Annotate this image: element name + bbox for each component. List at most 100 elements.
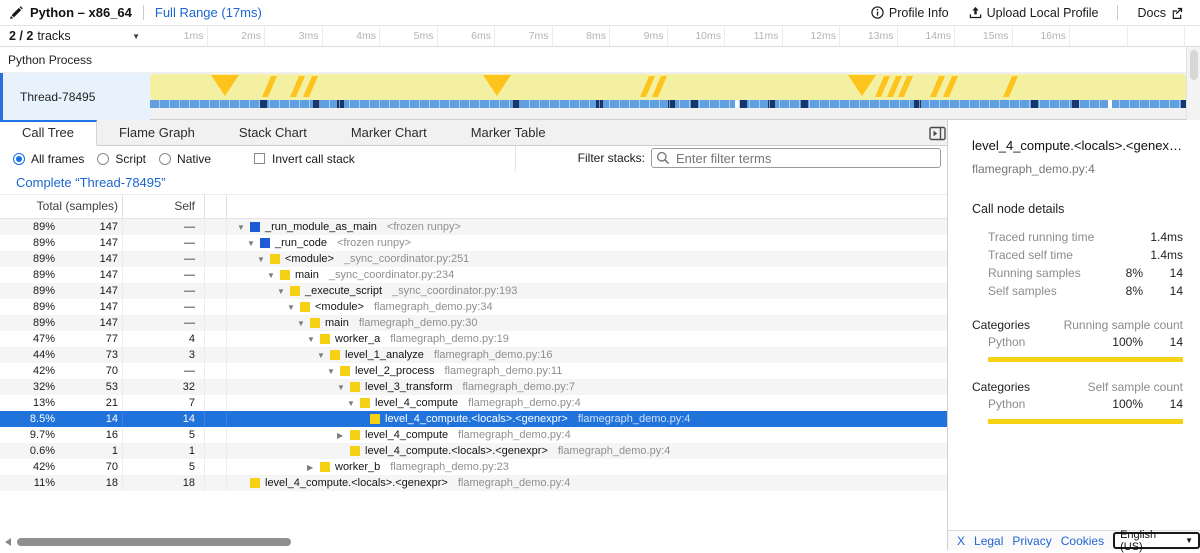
full-range-link[interactable]: Full Range (17ms)	[155, 5, 262, 20]
filter-stacks-input[interactable]	[651, 148, 941, 168]
footer-link-legal[interactable]: Legal	[974, 534, 1003, 548]
timeline-ruler: 2 / 2 tracks ▼ 1ms2ms3ms4ms5ms6ms7ms8ms9…	[0, 26, 1200, 47]
docs-link[interactable]: Docs	[1138, 6, 1188, 20]
ruler-tick: 11ms	[725, 26, 783, 46]
table-row[interactable]: 89%147—▼main_sync_coordinator.py:234	[0, 267, 947, 283]
total-samples: 14	[55, 413, 122, 425]
edit-pencil-icon[interactable]	[10, 6, 23, 19]
footer-link-x[interactable]: X	[957, 534, 965, 548]
tab-call-tree[interactable]: Call Tree	[0, 120, 97, 146]
tab-marker-table[interactable]: Marker Table	[449, 120, 568, 145]
table-row[interactable]: 89%147—▼mainflamegraph_demo.py:30	[0, 315, 947, 331]
cell-tree: ▼level_3_transformflamegraph_demo.py:7	[227, 379, 947, 395]
expand-open-icon[interactable]: ▼	[275, 287, 290, 296]
expand-open-icon[interactable]: ▼	[325, 367, 340, 376]
expand-open-icon[interactable]: ▼	[335, 383, 350, 392]
total-percent: 32%	[0, 381, 55, 393]
expand-open-icon[interactable]: ▼	[245, 239, 260, 248]
table-row[interactable]: 11%1818level_4_compute.<locals>.<genexpr…	[0, 475, 947, 491]
table-row[interactable]: 89%147—▼_execute_script_sync_coordinator…	[0, 283, 947, 299]
expand-open-icon[interactable]: ▼	[295, 319, 310, 328]
expand-open-icon[interactable]: ▼	[255, 255, 270, 264]
category-square-icon	[250, 478, 260, 488]
tracks-dropdown[interactable]: 2 / 2 tracks ▼	[0, 26, 150, 46]
sidebar-toggle-button[interactable]	[928, 124, 947, 142]
radio-all-frames[interactable]: All frames	[13, 152, 84, 166]
upload-icon	[969, 6, 982, 19]
footer-links: X Legal Privacy Cookies	[948, 534, 1104, 548]
detail-label: Traced running time	[972, 230, 1101, 244]
samples-strip-overlay	[150, 100, 1186, 108]
table-row[interactable]: 44%733▼level_1_analyzeflamegraph_demo.py…	[0, 347, 947, 363]
table-row[interactable]: 42%70—▼level_2_processflamegraph_demo.py…	[0, 363, 947, 379]
expand-open-icon[interactable]: ▼	[285, 303, 300, 312]
table-row[interactable]: 89%147—▼_run_code<frozen runpy>	[0, 235, 947, 251]
ruler-tick: 2ms	[208, 26, 266, 46]
cell-tree: level_4_compute.<locals>.<genexpr>flameg…	[227, 443, 947, 459]
table-row[interactable]: 32%5332▼level_3_transformflamegraph_demo…	[0, 379, 947, 395]
function-name: level_1_analyze	[345, 349, 424, 361]
footer-link-cookies[interactable]: Cookies	[1061, 534, 1104, 548]
category-square-icon	[300, 302, 310, 312]
file-location: flamegraph_demo.py:4	[458, 477, 571, 489]
expand-closed-icon[interactable]: ▶	[305, 463, 320, 472]
column-header-total[interactable]: Total (samples)	[0, 195, 123, 218]
total-percent: 89%	[0, 237, 55, 249]
table-row[interactable]: 0.6%11level_4_compute.<locals>.<genexpr>…	[0, 443, 947, 459]
radio-script[interactable]: Script	[97, 152, 146, 166]
table-row[interactable]: 89%147—▼<module>flamegraph_demo.py:34	[0, 299, 947, 315]
tracks-scrollbar-thumb[interactable]	[1190, 50, 1198, 80]
table-row[interactable]: 42%705▶worker_bflamegraph_demo.py:23	[0, 459, 947, 475]
file-location: <frozen runpy>	[337, 237, 411, 249]
table-row[interactable]: 89%147—▼_run_module_as_main<frozen runpy…	[0, 219, 947, 235]
breadcrumb[interactable]: Complete “Thread-78495”	[0, 171, 166, 195]
tab-stack-chart[interactable]: Stack Chart	[217, 120, 329, 145]
language-select[interactable]: English (US) ▼	[1113, 532, 1200, 549]
cell-total: 9.7%16	[0, 427, 123, 443]
external-link-icon	[1171, 7, 1183, 19]
table-row[interactable]: 8.5%1414level_4_compute.<locals>.<genexp…	[0, 411, 947, 427]
frame-filter-radios: All frames Script Native	[0, 152, 224, 166]
column-header-self[interactable]: Self	[123, 195, 205, 218]
horizontal-scrollbar-thumb[interactable]	[17, 538, 291, 546]
thread-track-header[interactable]: Thread-78495	[0, 73, 150, 120]
call-tree-column-headers: Total (samples) Self	[0, 195, 947, 219]
expand-open-icon[interactable]: ▼	[305, 335, 320, 344]
activity-graph-canvas[interactable]	[150, 74, 1186, 100]
ruler-ticks: 1ms2ms3ms4ms5ms6ms7ms8ms9ms10ms11ms12ms1…	[150, 26, 1186, 46]
profile-info-button[interactable]: Profile Info	[871, 6, 949, 20]
expand-open-icon[interactable]: ▼	[265, 271, 280, 280]
function-name: level_4_compute.<locals>.<genexpr>	[385, 413, 568, 425]
samples-strip[interactable]	[150, 100, 1186, 108]
tracks-scrollbar[interactable]	[1186, 47, 1200, 120]
thread-track: Thread-78495	[0, 73, 1200, 120]
table-row[interactable]: 47%774▼worker_aflamegraph_demo.py:19	[0, 331, 947, 347]
cell-total: 44%73	[0, 347, 123, 363]
cell-self: —	[123, 219, 205, 235]
horizontal-scrollbar[interactable]	[0, 536, 947, 549]
expand-closed-icon[interactable]: ▶	[335, 431, 350, 440]
cell-tree: ▼mainflamegraph_demo.py:30	[227, 315, 947, 331]
upload-profile-button[interactable]: Upload Local Profile	[969, 6, 1099, 20]
expand-open-icon[interactable]: ▼	[235, 223, 250, 232]
scroll-left-arrow-icon[interactable]	[5, 538, 11, 546]
detail-value: 1.4ms	[1143, 230, 1183, 244]
table-row[interactable]: 9.7%165▶level_4_computeflamegraph_demo.p…	[0, 427, 947, 443]
tab-marker-chart[interactable]: Marker Chart	[329, 120, 449, 145]
ruler-tick-label: 14ms	[925, 30, 954, 42]
category-square-icon	[280, 270, 290, 280]
table-row[interactable]: 89%147—▼<module>_sync_coordinator.py:251	[0, 251, 947, 267]
cell-tree: ▶worker_bflamegraph_demo.py:23	[227, 459, 947, 475]
ruler-tick: 12ms	[783, 26, 841, 46]
detail-percent: 8%	[1101, 284, 1143, 298]
footer-link-privacy[interactable]: Privacy	[1012, 534, 1051, 548]
category-block: CategoriesRunning sample countPython100%…	[972, 317, 1183, 362]
expand-open-icon[interactable]: ▼	[345, 399, 360, 408]
invert-call-stack-checkbox[interactable]: Invert call stack	[254, 152, 355, 166]
category-square-icon	[350, 382, 360, 392]
tab-flame-graph[interactable]: Flame Graph	[97, 120, 217, 145]
radio-native[interactable]: Native	[159, 152, 211, 166]
expand-open-icon[interactable]: ▼	[315, 351, 330, 360]
process-track-header[interactable]: Python Process	[0, 47, 1200, 73]
table-row[interactable]: 13%217▼level_4_computeflamegraph_demo.py…	[0, 395, 947, 411]
